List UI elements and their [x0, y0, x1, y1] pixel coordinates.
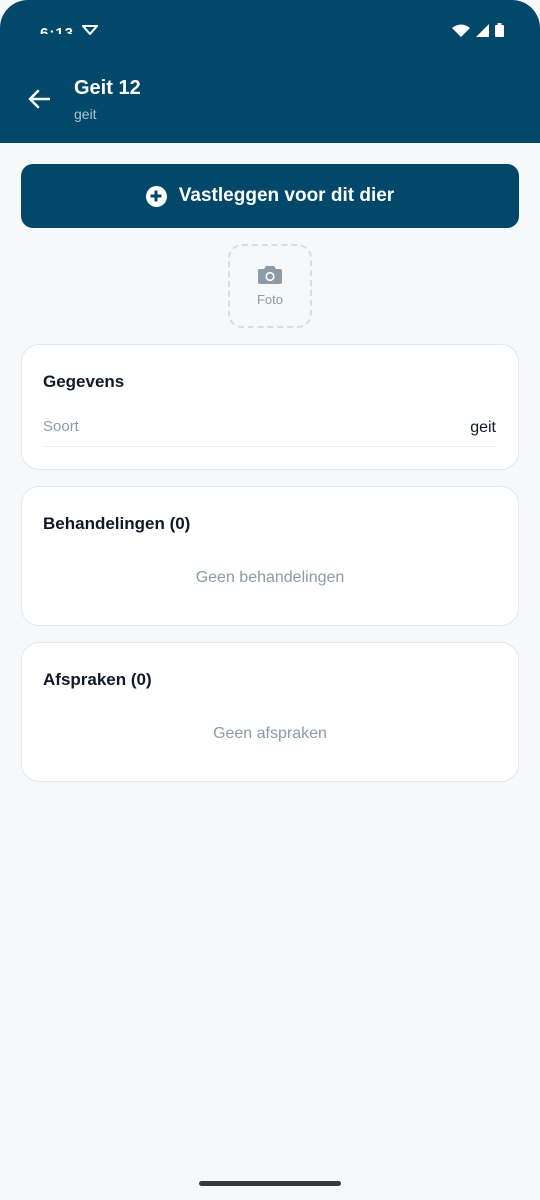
treatments-card: Behandelingen (0) Geen behandelingen	[21, 486, 519, 626]
wifi-icon	[452, 24, 470, 37]
app-header: 6:13 Geit 12 geit	[0, 0, 540, 143]
status-time: 6:13	[40, 25, 75, 34]
add-photo-button[interactable]: Foto	[228, 244, 312, 328]
status-icons	[452, 23, 504, 37]
details-card: Gegevens Soort geit	[21, 344, 519, 470]
record-button-label: Vastleggen voor dit dier	[178, 185, 395, 206]
record-for-animal-button[interactable]: Vastleggen voor dit dier	[21, 164, 519, 228]
species-value: geit	[470, 419, 496, 436]
app-notification-icon	[82, 25, 98, 35]
details-card-title: Gegevens	[43, 372, 125, 391]
treatments-empty-text: Geen behandelingen	[195, 569, 345, 586]
page-title: Geit 12	[74, 77, 141, 99]
row-divider	[43, 446, 497, 447]
signal-icon	[476, 23, 489, 37]
treatments-card-title: Behandelingen (0)	[43, 514, 191, 533]
camera-icon	[258, 265, 282, 284]
arrow-left-icon	[28, 89, 50, 109]
plus-circle-icon	[145, 185, 167, 207]
species-label: Soort	[43, 418, 79, 435]
page-subtitle: geit	[74, 106, 97, 122]
appointments-card-title: Afspraken (0)	[43, 670, 152, 689]
back-button[interactable]	[24, 84, 54, 114]
status-bar: 6:13	[0, 16, 540, 48]
photo-label: Foto	[256, 291, 283, 307]
battery-icon	[495, 23, 504, 37]
home-indicator[interactable]	[199, 1181, 341, 1186]
appointments-card: Afspraken (0) Geen afspraken	[21, 642, 519, 782]
appointments-empty-text: Geen afspraken	[213, 725, 327, 742]
